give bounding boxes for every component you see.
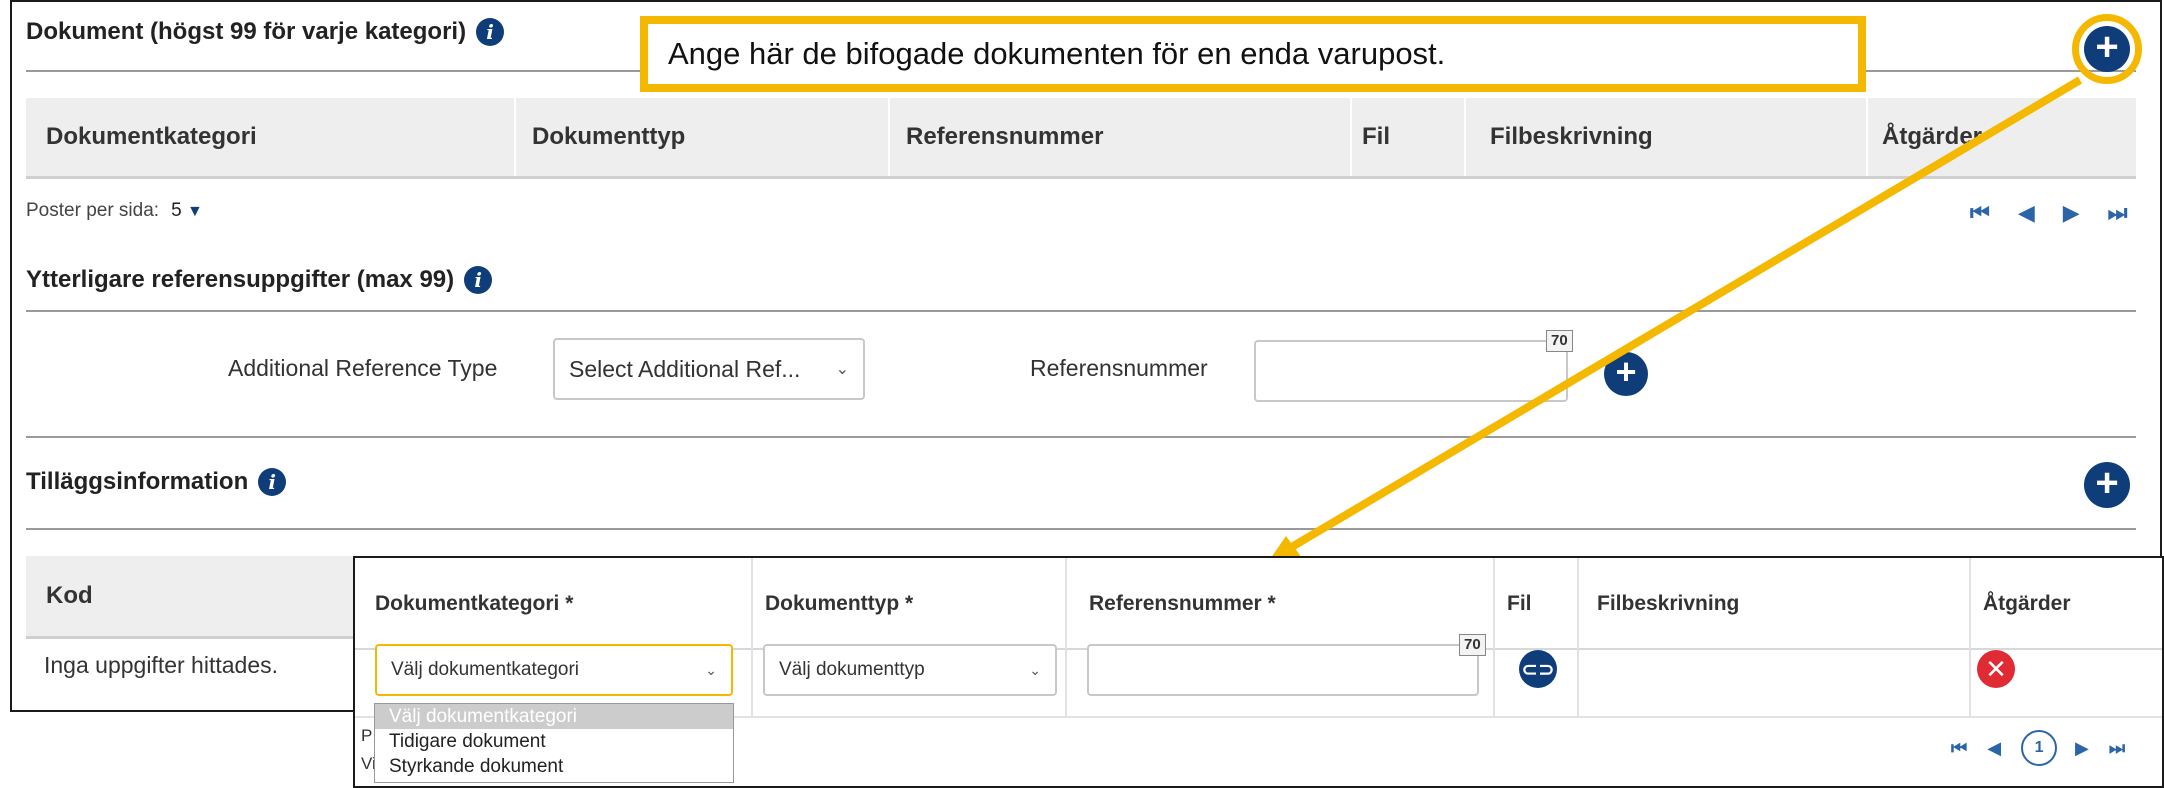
overlay-col-category: Dokumentkategori * <box>375 592 574 615</box>
overlay-reference-input[interactable] <box>1087 644 1479 696</box>
dropdown-option-previous-document[interactable]: Tidigare dokument <box>375 729 733 754</box>
arrow-line <box>1287 76 2083 552</box>
overlay-col-reference: Referensnummer * <box>1089 592 1276 615</box>
column-divider <box>751 558 753 716</box>
document-type-select[interactable]: Välj dokumenttyp ⌄ <box>763 644 1057 696</box>
column-divider <box>1065 558 1067 716</box>
last-page-icon[interactable]: ⏭ <box>2109 738 2127 759</box>
attach-file-icon[interactable]: ⊂⊃ <box>1519 650 1557 688</box>
overlay-col-file: Fil <box>1507 592 1532 615</box>
dropdown-option-supporting-document[interactable]: Styrkande dokument <box>375 754 733 779</box>
first-page-icon[interactable]: ⏮ <box>1951 738 1969 759</box>
column-divider <box>1493 558 1495 716</box>
dropdown-option-placeholder[interactable]: Välj dokumentkategori <box>375 704 733 729</box>
chevron-down-icon: ⌄ <box>705 661 717 678</box>
category-dropdown-list: Välj dokumentkategori Tidigare dokument … <box>374 703 734 783</box>
overlay-col-file-description: Filbeskrivning <box>1597 592 1740 615</box>
column-divider <box>1969 558 1971 716</box>
hidden-label-fragment: P <box>361 726 373 745</box>
column-divider <box>1577 558 1579 716</box>
document-category-value: Välj dokumentkategori <box>391 659 579 680</box>
overlay-col-actions: Åtgärder <box>1983 592 2071 615</box>
current-page-indicator[interactable]: 1 <box>2021 730 2058 766</box>
prev-page-icon[interactable]: ◀ <box>1987 738 2003 759</box>
delete-row-icon[interactable]: ✕ <box>1977 650 2015 688</box>
overlay-col-type: Dokumenttyp * <box>765 592 914 615</box>
document-category-select[interactable]: Välj dokumentkategori ⌄ <box>375 644 733 696</box>
overlay-pager: ⏮ ◀ 1 ▶ ⏭ <box>1951 730 2127 766</box>
char-counter: 70 <box>1459 634 1486 656</box>
chevron-down-icon: ⌄ <box>1029 661 1041 678</box>
document-type-value: Välj dokumenttyp <box>779 659 925 680</box>
next-page-icon[interactable]: ▶ <box>2075 738 2091 759</box>
